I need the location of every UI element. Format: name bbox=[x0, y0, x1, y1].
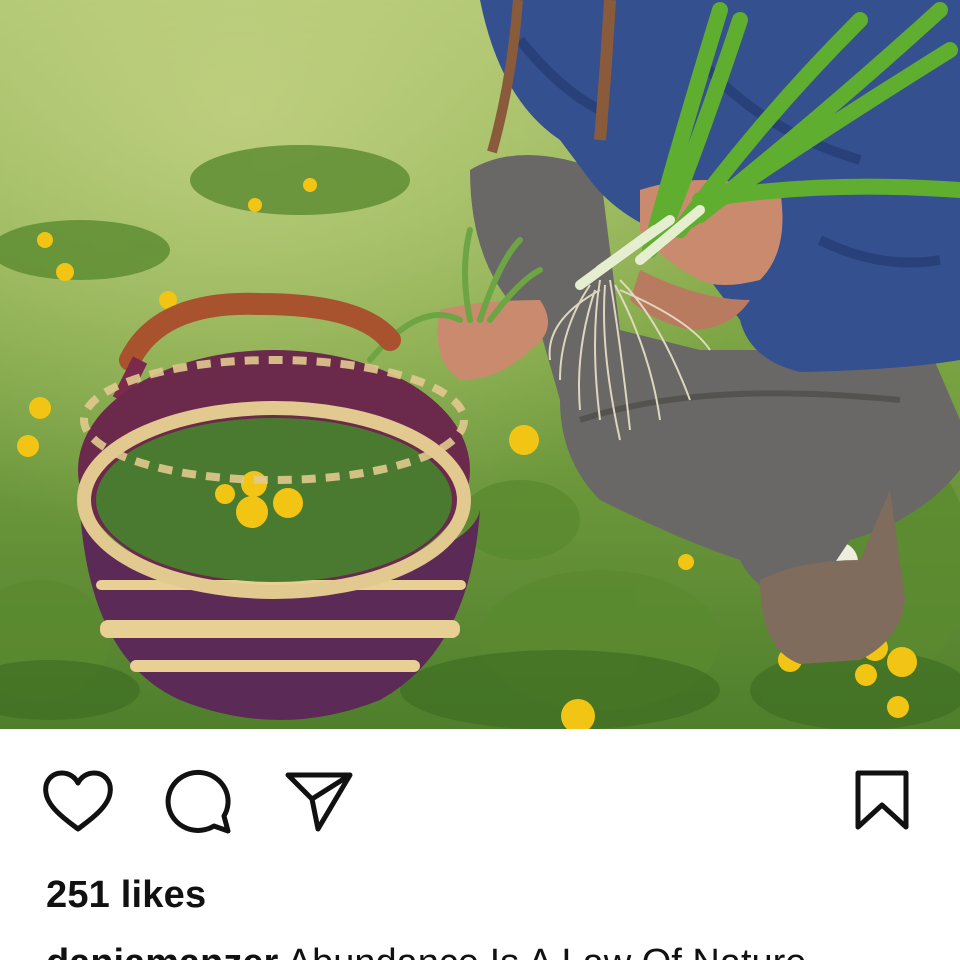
post-caption: daniamanzer Abundance Is A Law Of Nature bbox=[46, 940, 960, 960]
paper-plane-icon bbox=[285, 772, 353, 832]
heart-icon bbox=[43, 770, 113, 832]
caption-username[interactable]: daniamanzer bbox=[46, 942, 278, 960]
comment-button[interactable] bbox=[164, 768, 234, 834]
likes-count[interactable]: 251 likes bbox=[46, 874, 206, 917]
share-button[interactable] bbox=[284, 769, 354, 833]
post-action-bar bbox=[0, 729, 960, 869]
caption-text: Abundance Is A Law Of Nature bbox=[287, 942, 807, 960]
bookmark-icon bbox=[855, 770, 909, 830]
post-photo[interactable] bbox=[0, 0, 960, 729]
post-photo-illustration bbox=[0, 0, 960, 729]
save-button[interactable] bbox=[852, 769, 912, 833]
comment-bubble-icon bbox=[165, 769, 231, 834]
like-button[interactable] bbox=[42, 769, 114, 835]
